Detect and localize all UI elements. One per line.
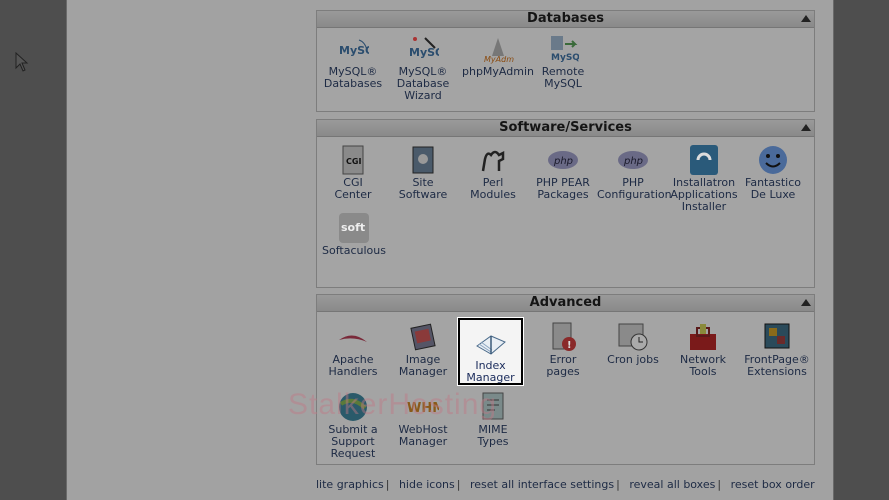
databases-panel: Databases MySQL MySQL® Databases MySQL M… [316, 10, 815, 112]
collapse-arrow-icon[interactable] [801, 124, 811, 131]
mysql-database-wizard-link[interactable]: MySQL MySQL® Database Wizard [387, 34, 459, 102]
svg-text:soft: soft [341, 221, 365, 234]
calendar-clock-icon [618, 323, 648, 351]
databases-panel-header[interactable]: Databases [317, 11, 814, 28]
fantastico-de-luxe-link[interactable]: Fantastico De Luxe [737, 145, 809, 201]
reveal-all-boxes-link[interactable]: reveal all boxes [629, 478, 715, 491]
cron-jobs-link[interactable]: Cron jobs [597, 322, 669, 366]
watermark-logo: StalkerHosting [288, 388, 498, 421]
perl-camel-icon [481, 150, 505, 172]
php-pear-packages-link[interactable]: php PHP PEAR Packages [527, 145, 599, 201]
site-software-link[interactable]: Site Software [387, 145, 459, 201]
remote-mysql-icon: MySQL [551, 36, 579, 63]
php-icon: php [618, 151, 648, 169]
apache-handlers-link[interactable]: Apache Handlers [317, 322, 389, 378]
advanced-panel-header[interactable]: Advanced [317, 295, 814, 312]
svg-text:php: php [553, 156, 573, 167]
software-panel-header[interactable]: Software/Services [317, 120, 814, 137]
collapse-arrow-icon[interactable] [801, 15, 811, 22]
databases-title: Databases [527, 11, 604, 26]
reset-interface-settings-link[interactable]: reset all interface settings [470, 478, 614, 491]
phpmyadmin-icon: MyAdmin [484, 38, 514, 64]
remote-mysql-link[interactable]: MySQL Remote MySQL [527, 34, 599, 90]
mouse-cursor-icon [15, 52, 29, 72]
mysql-databases-link[interactable]: MySQL MySQL® Databases [317, 34, 389, 90]
mysql-wizard-icon: MySQL [409, 37, 439, 59]
error-page-icon: ! [552, 322, 576, 351]
book-icon [475, 335, 506, 355]
network-tools-link[interactable]: Network Tools [667, 322, 739, 378]
image-icon [410, 323, 436, 351]
reset-box-order-link[interactable]: reset box order [731, 478, 815, 491]
svg-text:!: ! [567, 340, 572, 351]
svg-text:php: php [623, 156, 643, 167]
svg-text:MySQL: MySQL [551, 53, 579, 63]
index-manager-highlight[interactable]: Index Manager [458, 318, 523, 385]
error-pages-link[interactable]: ! Error pages [527, 322, 599, 378]
image-manager-link[interactable]: Image Manager [387, 322, 459, 378]
mysql-icon: MySQL [339, 39, 369, 57]
svg-text:MyAdmin: MyAdmin [484, 55, 514, 64]
collapse-arrow-icon[interactable] [801, 299, 811, 306]
svg-text:CGI: CGI [346, 157, 361, 166]
site-software-icon [412, 146, 434, 174]
smiley-icon [759, 146, 787, 174]
installatron-icon [690, 145, 718, 175]
software-services-panel: Software/Services CGI CGI Center Site So… [316, 119, 815, 288]
cgi-icon: CGI [342, 145, 364, 175]
feather-icon [339, 335, 367, 342]
php-configuration-link[interactable]: php PHP Configuration [597, 145, 672, 201]
perl-modules-link[interactable]: Perl Modules [457, 145, 529, 201]
softaculous-icon: soft [339, 213, 369, 243]
softaculous-link[interactable]: soft Softaculous [317, 213, 391, 257]
toolbox-icon [690, 324, 716, 350]
installatron-link[interactable]: Installatron Applications Installer [667, 145, 741, 213]
advanced-title: Advanced [529, 295, 602, 310]
index-manager-link[interactable]: Index Manager [458, 328, 523, 384]
cgi-center-link[interactable]: CGI CGI Center [317, 145, 389, 201]
software-title: Software/Services [499, 120, 632, 135]
php-icon: php [548, 151, 578, 169]
svg-text:MySQL: MySQL [339, 44, 369, 57]
footer-links: lite graphics | hide icons | reset all int… [316, 478, 815, 491]
advanced-panel: Advanced Apache Handlers Image Manager !… [316, 294, 815, 465]
frontpage-icon [764, 323, 790, 349]
hide-icons-link[interactable]: hide icons [399, 478, 455, 491]
lite-graphics-link[interactable]: lite graphics [316, 478, 384, 491]
frontpage-extensions-link[interactable]: FrontPage® Extensions [737, 322, 817, 378]
